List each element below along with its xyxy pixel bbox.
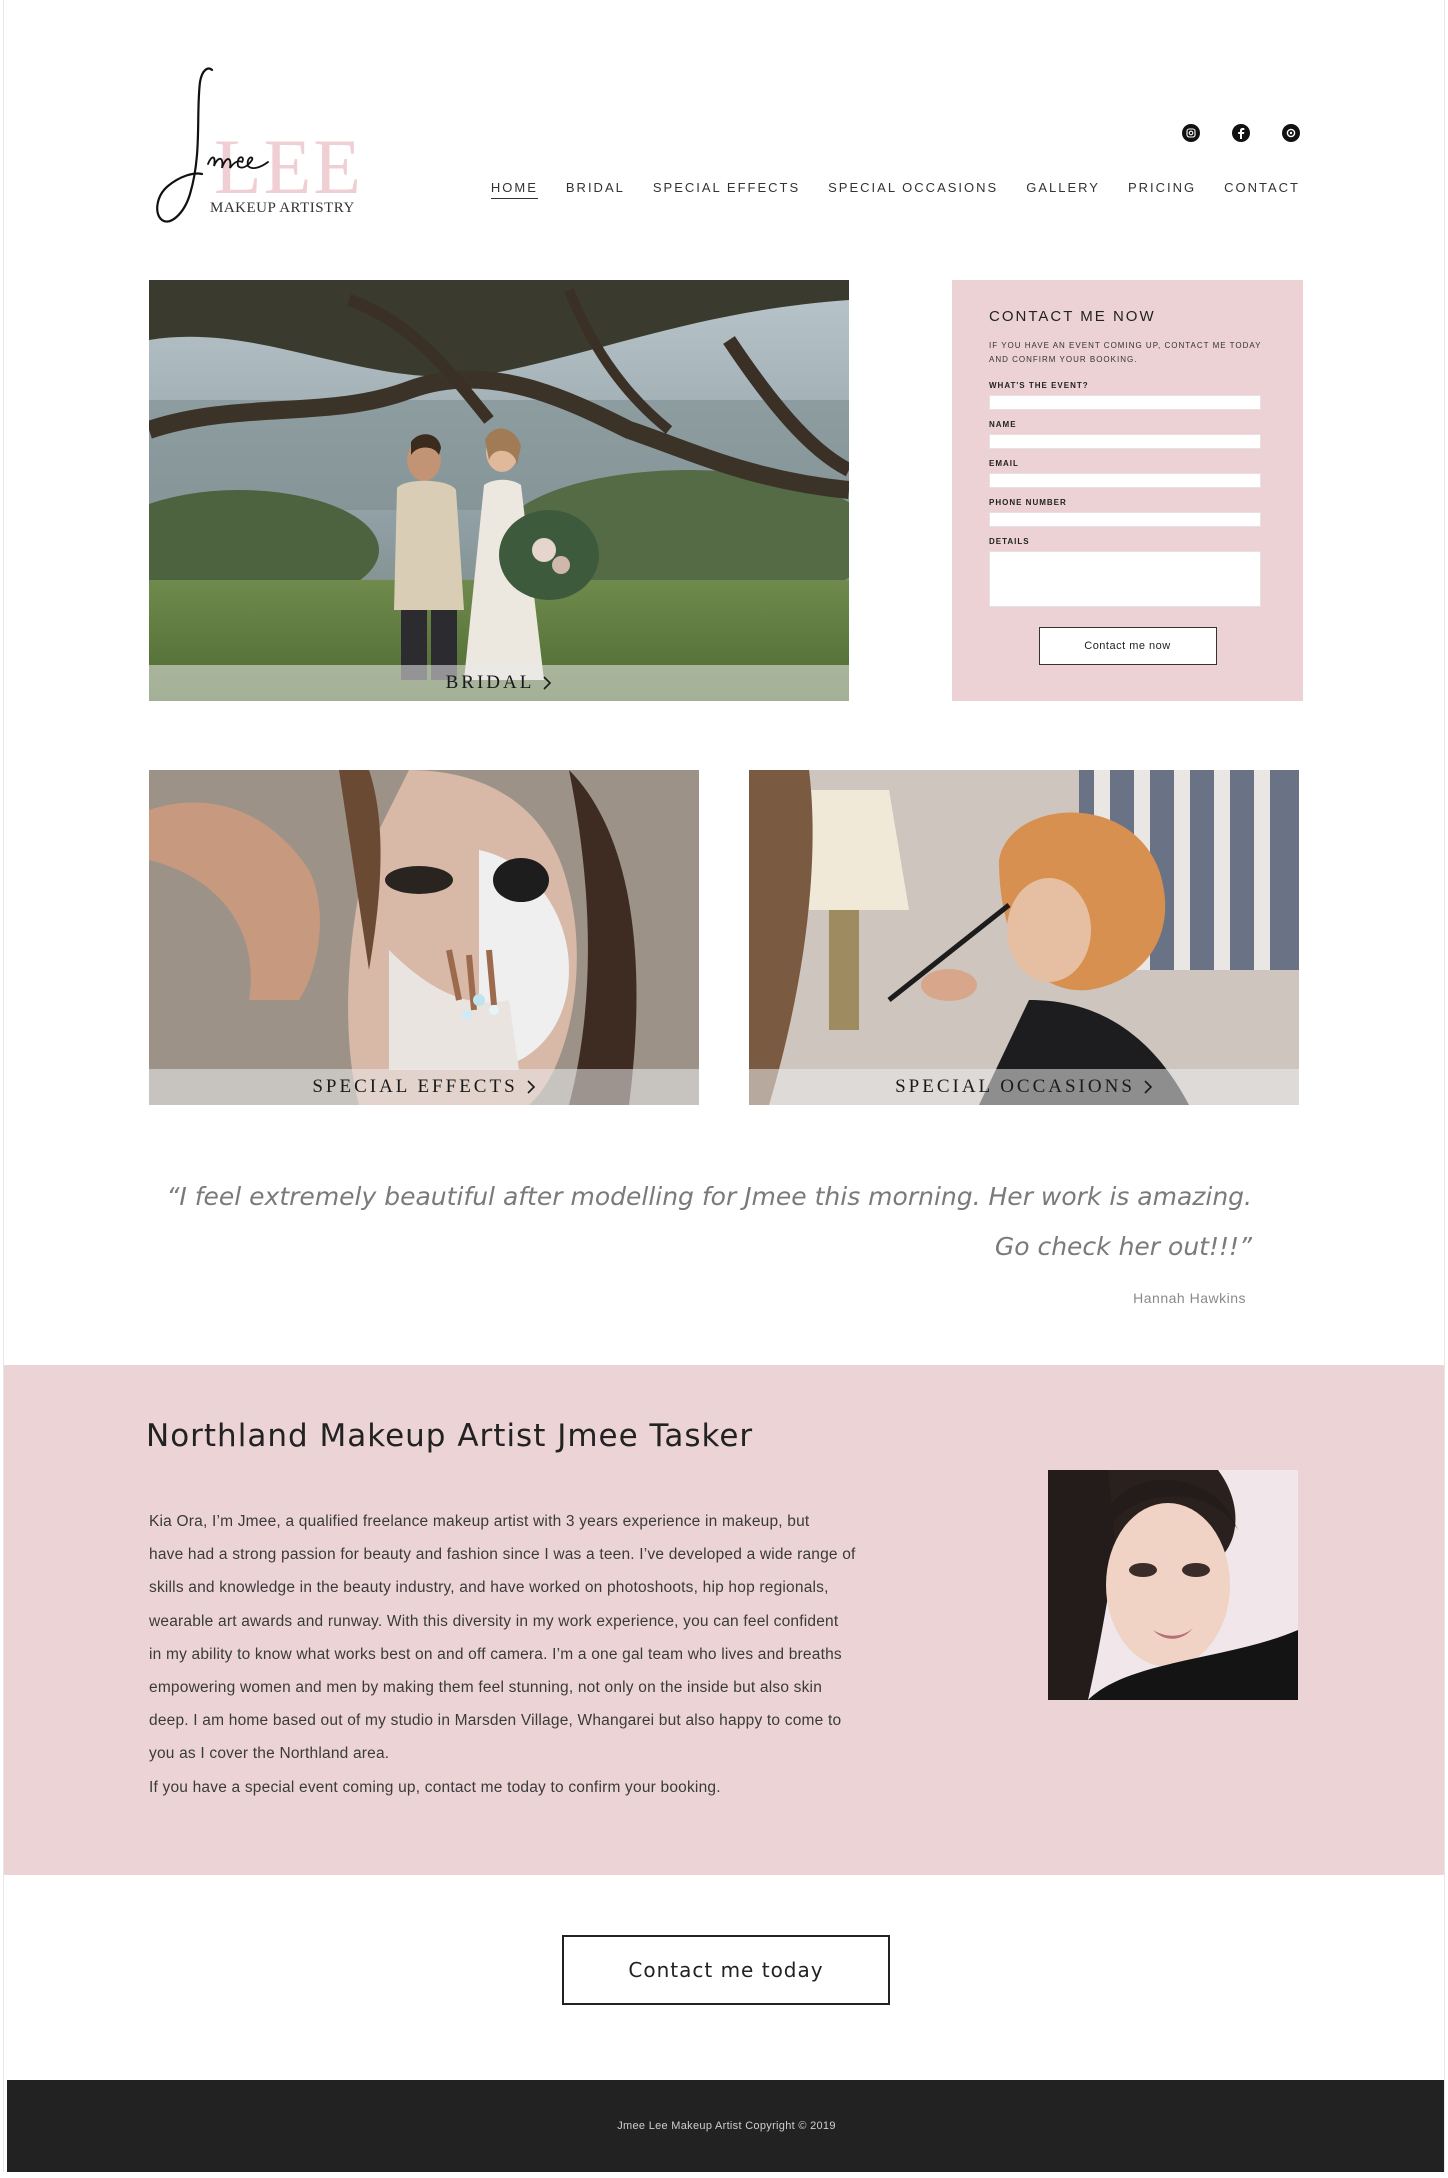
testimonial-author: Hannah Hawkins [1133, 1290, 1246, 1306]
chevron-right-icon [527, 1080, 535, 1094]
special-effects-tile[interactable]: SPECIAL EFFECTS [149, 770, 699, 1105]
about-line: skills and knowledge in the beauty indus… [149, 1579, 829, 1597]
artist-portrait [1048, 1470, 1298, 1700]
nav-contact[interactable]: CONTACT [1224, 180, 1300, 199]
about-line: empowering women and men by making them … [149, 1679, 823, 1697]
about-line: Kia Ora, I’m Jmee, a qualified freelance… [149, 1513, 810, 1530]
about-line: in my ability to know what works best on… [149, 1645, 842, 1663]
logo-tagline: MAKEUP ARTISTRY [210, 200, 355, 216]
about-line: deep. I am home based out of my studio i… [149, 1712, 842, 1730]
nav-pricing[interactable]: PRICING [1128, 180, 1196, 199]
special-occasions-caption-bar: SPECIAL OCCASIONS [749, 1069, 1299, 1105]
pinterest-icon[interactable] [1282, 124, 1300, 142]
email-label: EMAIL [989, 459, 1019, 468]
page: LEE MAKEUP ARTISTRY HOME BRIDAL SPECIAL … [3, 0, 1445, 2172]
bridal-tile[interactable]: BRIDAL [149, 280, 849, 701]
nav-special-occasions[interactable]: SPECIAL OCCASIONS [828, 180, 998, 199]
name-label: NAME [989, 420, 1017, 429]
about-section: Northland Makeup Artist Jmee Tasker Kia … [4, 1365, 1444, 1875]
about-line: If you have a special event coming up, c… [149, 1778, 721, 1796]
bridal-caption-bar: BRIDAL [149, 665, 849, 701]
special-effects-photo [149, 770, 699, 1105]
name-field[interactable] [989, 434, 1261, 449]
about-line: you as I cover the Northland area. [149, 1745, 390, 1763]
testimonial-line-1: “I feel extremely beautiful after modell… [166, 1182, 1252, 1211]
about-heading: Northland Makeup Artist Jmee Tasker [146, 1418, 754, 1454]
chevron-right-icon [543, 676, 552, 690]
about-line: wearable art awards and runway. With thi… [149, 1612, 839, 1630]
details-label: DETAILS [989, 537, 1030, 546]
special-effects-caption: SPECIAL EFFECTS [312, 1076, 518, 1097]
social-links [1182, 124, 1300, 142]
about-line: have had a strong passion for beauty and… [149, 1546, 856, 1564]
email-field[interactable] [989, 473, 1261, 488]
nav-home[interactable]: HOME [490, 180, 538, 199]
special-effects-caption-bar: SPECIAL EFFECTS [149, 1069, 699, 1105]
special-occasions-tile[interactable]: SPECIAL OCCASIONS [749, 770, 1299, 1105]
contact-form-intro: IF YOU HAVE AN EVENT COMING UP, CONTACT … [989, 341, 1262, 364]
special-occasions-photo [749, 770, 1299, 1105]
bridal-caption: BRIDAL [445, 672, 535, 693]
main-nav: HOME BRIDAL SPECIAL EFFECTS SPECIAL OCCA… [490, 180, 1300, 199]
instagram-icon[interactable] [1182, 124, 1200, 142]
event-label: WHAT'S THE EVENT? [989, 381, 1089, 390]
phone-label: PHONE NUMBER [989, 498, 1067, 507]
site-logo[interactable]: LEE MAKEUP ARTISTRY [150, 64, 370, 234]
facebook-icon[interactable] [1232, 124, 1250, 142]
event-field[interactable] [989, 395, 1261, 410]
about-body: Kia Ora, I’m Jmee, a qualified freelance… [149, 1505, 919, 1804]
contact-form-title: CONTACT ME NOW [989, 308, 1156, 325]
special-occasions-caption: SPECIAL OCCASIONS [895, 1076, 1135, 1097]
nav-gallery[interactable]: GALLERY [1026, 180, 1100, 199]
testimonial-line-2: Go check her out!!!” [994, 1232, 1252, 1261]
details-textarea[interactable] [989, 551, 1261, 607]
bridal-photo [149, 280, 849, 701]
footer: Jmee Lee Makeup Artist Copyright © 2019 [7, 2080, 1444, 2172]
testimonial-quote: “I feel extremely beautiful after modell… [154, 1172, 1252, 1272]
nav-special-effects[interactable]: SPECIAL EFFECTS [653, 180, 800, 199]
phone-field[interactable] [989, 512, 1261, 527]
nav-bridal[interactable]: BRIDAL [566, 180, 625, 199]
contact-me-today-button[interactable]: Contact me today [562, 1935, 890, 2005]
footer-copyright: Jmee Lee Makeup Artist Copyright © 2019 [617, 2120, 836, 2132]
chevron-right-icon [1144, 1080, 1153, 1094]
contact-submit-button[interactable]: Contact me now [1038, 627, 1217, 665]
contact-form: CONTACT ME NOW IF YOU HAVE AN EVENT COMI… [952, 280, 1303, 701]
